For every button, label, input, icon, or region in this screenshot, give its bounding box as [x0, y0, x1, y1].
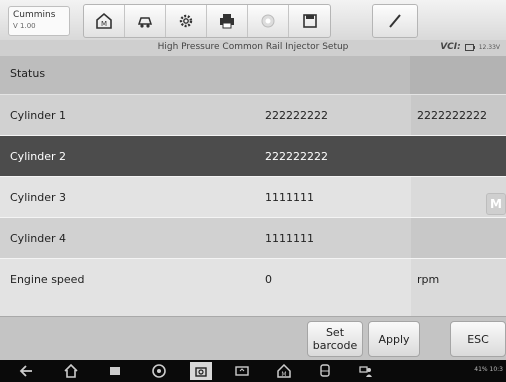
esc-button[interactable]: ESC: [450, 321, 506, 357]
edit-icon: [389, 14, 401, 28]
row-name: Cylinder 1: [0, 95, 256, 135]
print-button[interactable]: [207, 5, 248, 37]
settings-icon: [179, 14, 193, 28]
back-button[interactable]: [18, 363, 34, 379]
home-button[interactable]: M: [84, 5, 125, 37]
row-extra: [411, 136, 506, 176]
header-cell: Status: [0, 56, 410, 94]
header-cell-right: [410, 56, 506, 94]
edit-button[interactable]: [373, 5, 417, 37]
recents-button[interactable]: [107, 363, 123, 379]
app-version: V 1.00: [13, 22, 36, 30]
set-barcode-button[interactable]: Set barcode: [307, 321, 363, 357]
screenshot-button[interactable]: [234, 363, 250, 379]
vci-label: VCI:: [440, 42, 461, 52]
screenshot-icon: [235, 366, 249, 376]
help-icon: [261, 14, 275, 28]
page-title-bar: High Pressure Common Rail Injector Setup…: [0, 40, 506, 57]
chrome-icon: [152, 364, 166, 378]
help-button[interactable]: [248, 5, 289, 37]
svg-text:M: M: [281, 371, 286, 378]
settings-button[interactable]: [166, 5, 207, 37]
table-row[interactable]: Engine speed 0 rpm: [0, 259, 506, 299]
app-title-box: Cummins V 1.00: [8, 6, 70, 36]
apply-button[interactable]: Apply: [368, 321, 420, 357]
chrome-button[interactable]: [151, 363, 167, 379]
row-value: 1111111: [256, 177, 411, 217]
save-button[interactable]: [289, 5, 330, 37]
battery-icon: [464, 43, 475, 51]
filler-cell: [256, 299, 411, 316]
table-row[interactable]: Cylinder 4 1111111: [0, 218, 506, 258]
row-extra: rpm: [411, 259, 506, 299]
svg-text:M: M: [101, 20, 107, 28]
page-title: High Pressure Common Rail Injector Setup: [157, 42, 349, 52]
home-nav-icon: [64, 364, 78, 378]
row-value: 1111111: [256, 218, 411, 258]
footer-bar: Set barcode Apply ESC: [0, 316, 506, 361]
home-icon: M: [96, 12, 112, 29]
table-filler: [0, 299, 506, 316]
filler-cell: [411, 299, 506, 316]
vci-status: VCI: 12.33V: [440, 42, 500, 52]
top-toolbar: Cummins V 1.00 M: [0, 0, 506, 41]
row-value: 222222222: [256, 95, 411, 135]
row-name: Cylinder 4: [0, 218, 256, 258]
toolbar-group-main: M: [83, 4, 331, 38]
android-navbar: M 41% 10:3: [0, 360, 506, 382]
vehicle-icon: [137, 17, 153, 28]
row-name: Cylinder 3: [0, 177, 256, 217]
recents-icon: [110, 367, 120, 375]
maxisys-home-button[interactable]: M: [276, 363, 292, 379]
camera-icon: [195, 367, 207, 377]
row-value: 222222222: [256, 136, 411, 176]
row-name: Cylinder 2: [0, 136, 256, 176]
vci-button[interactable]: [317, 363, 333, 379]
home-nav-button[interactable]: [63, 363, 79, 379]
filler-cell: [0, 299, 256, 316]
remote-desk-icon: [359, 366, 372, 377]
header-status: Status: [10, 67, 46, 80]
maxisys-home-icon: M: [277, 364, 291, 378]
print-icon: [220, 14, 234, 29]
row-value: 0: [256, 259, 411, 299]
row-name: Engine speed: [0, 259, 256, 299]
table-row[interactable]: Cylinder 1 222222222 2222222222: [0, 95, 506, 135]
row-extra: [411, 218, 506, 258]
row-extra: 2222222222: [411, 95, 506, 135]
system-status: 41% 10:3: [474, 366, 503, 373]
table-row[interactable]: Cylinder 3 1111111: [0, 177, 506, 217]
app-name: Cummins: [13, 10, 56, 20]
save-icon: [302, 14, 317, 28]
table-row-selected[interactable]: Cylinder 2 222222222: [0, 136, 506, 176]
vci-voltage: 12.33V: [478, 43, 500, 51]
back-icon: [19, 365, 32, 377]
table-header: Status: [0, 56, 506, 94]
bus-icon: [320, 364, 330, 377]
side-tab-button[interactable]: M: [486, 193, 506, 215]
camera-button[interactable]: [190, 362, 212, 380]
remote-desk-button[interactable]: [358, 363, 374, 379]
vehicle-button[interactable]: [125, 5, 166, 37]
toolbar-group-edit: [372, 4, 418, 38]
